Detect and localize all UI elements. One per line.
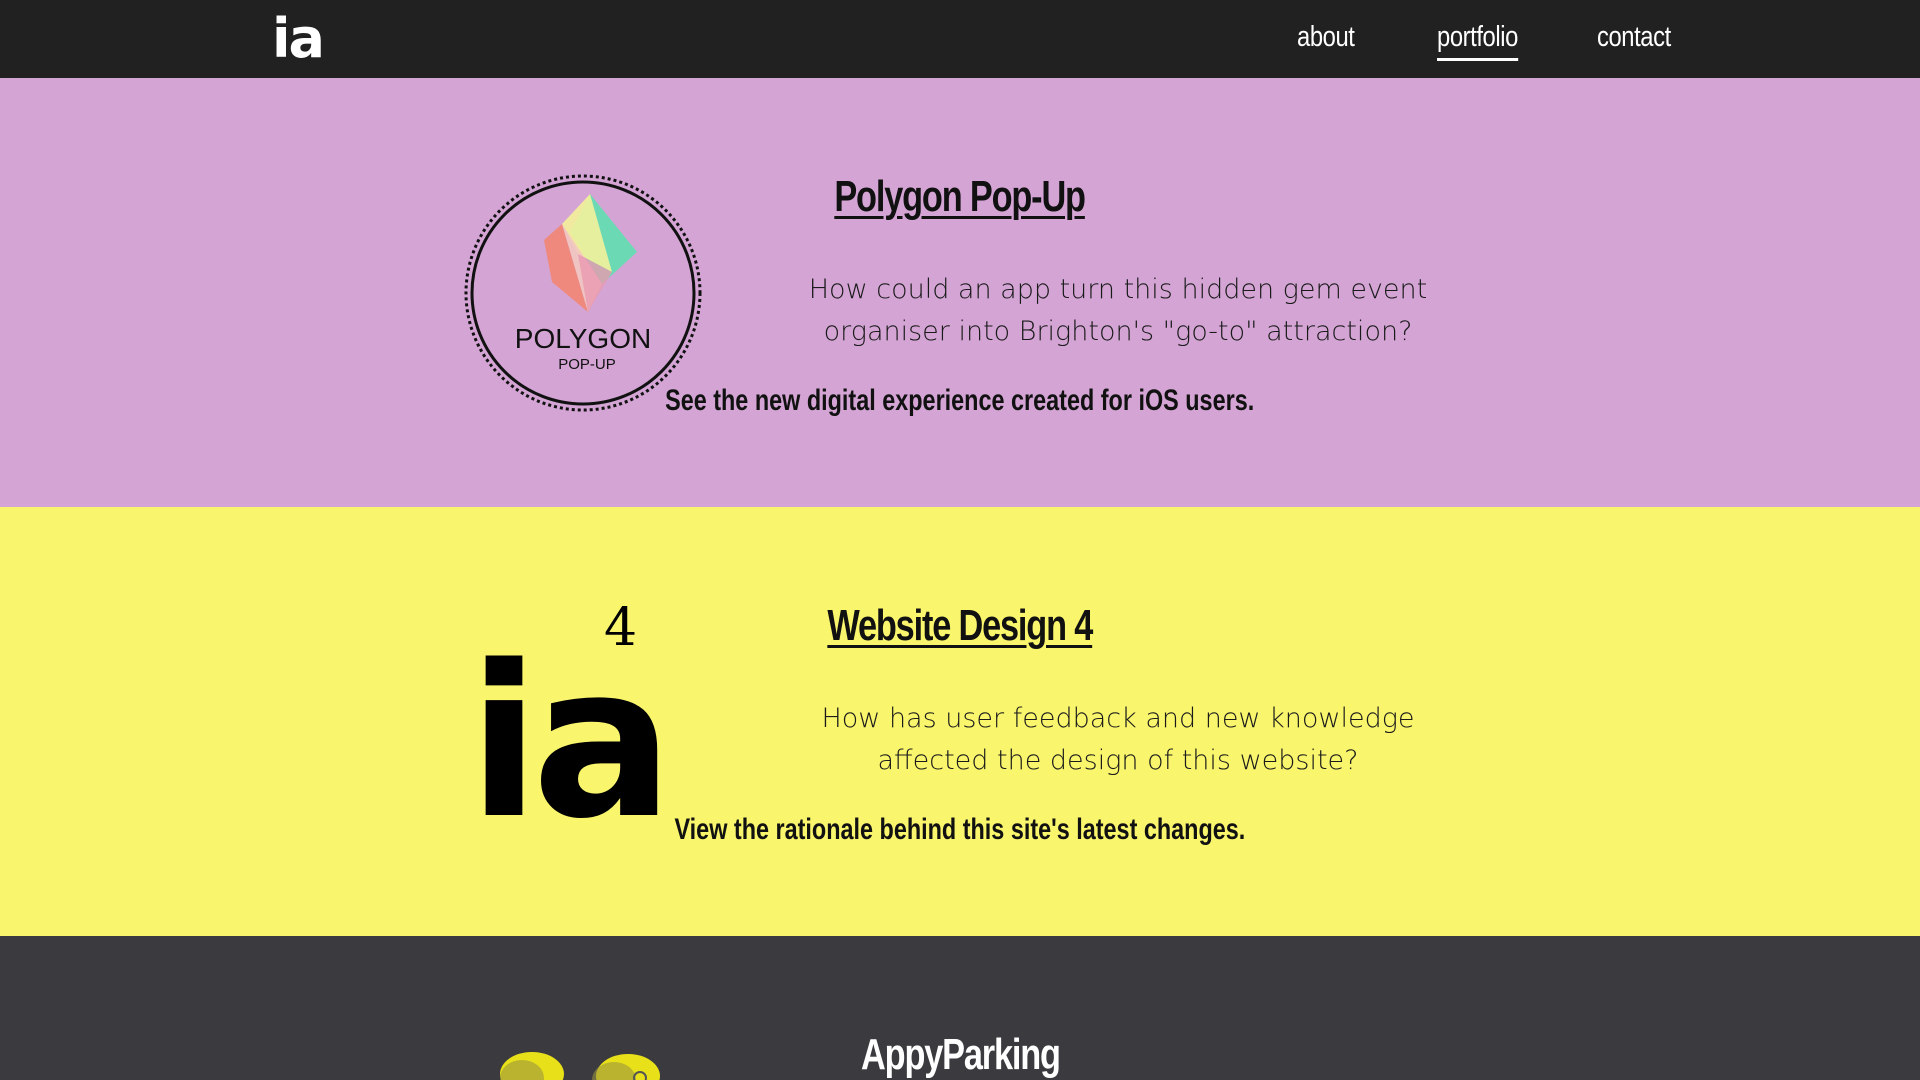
site-logo[interactable]: ia <box>272 8 325 70</box>
logo-text-popup: POP-UP <box>558 356 616 373</box>
top-navigation-bar: ia about portfolio contact <box>0 0 1920 78</box>
logo-text-polygon: POLYGON <box>515 323 651 354</box>
project-title-polygon-popup[interactable]: Polygon Pop-Up <box>0 172 1920 222</box>
project-title-appyparking[interactable]: AppyParking <box>0 1030 1920 1080</box>
project-cta-polygon-popup[interactable]: See the new digital experience created f… <box>0 384 1920 418</box>
description-line-1: How could an app turn this hidden gem ev… <box>808 274 1428 305</box>
project-cta-website-design-4[interactable]: View the rationale behind this site's la… <box>0 813 1920 847</box>
project-title-website-design-4[interactable]: Website Design 4 <box>0 601 1920 651</box>
nav-link-contact[interactable]: contact <box>1597 18 1671 56</box>
nav-link-portfolio[interactable]: portfolio <box>1437 18 1518 61</box>
project-description-website-design-4: How has user feedback and new knowledge … <box>760 698 1476 782</box>
description-line-2: affected the design of this website? <box>877 745 1359 776</box>
nav-link-about[interactable]: about <box>1297 18 1355 56</box>
description-line-1: How has user feedback and new knowledge <box>821 703 1415 734</box>
description-line-2: organiser into Brighton's "go-to" attrac… <box>823 316 1413 347</box>
project-description-polygon-popup: How could an app turn this hidden gem ev… <box>760 269 1476 353</box>
